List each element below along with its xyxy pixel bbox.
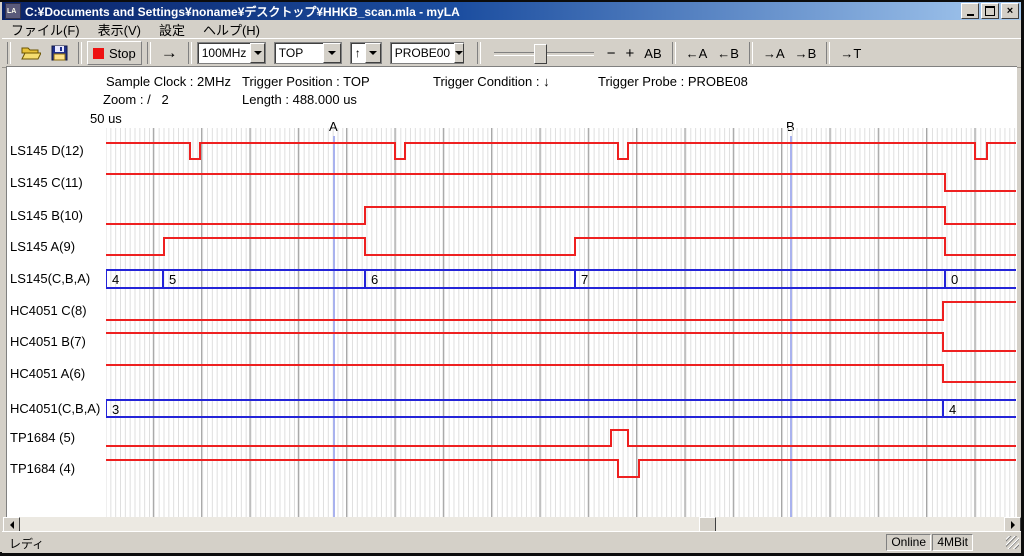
toolbar-separator: [477, 42, 481, 64]
save-file-button[interactable]: [46, 42, 73, 64]
status-bar: レディ Online 4MBit: [2, 531, 1021, 553]
ab-button[interactable]: AB: [639, 42, 666, 64]
status-ready-text: レディ: [9, 535, 44, 552]
chevron-down-icon: [328, 51, 336, 55]
time-scale-label: 50 us: [90, 111, 122, 126]
save-floppy-icon: [51, 45, 68, 61]
menu-help[interactable]: ヘルプ(H): [194, 19, 269, 40]
channel-label: HC4051 B(7): [10, 334, 86, 349]
channel-label: TP1684 (4): [10, 461, 75, 476]
sample-clock-select[interactable]: 100MHz: [197, 42, 266, 64]
toolbar-separator: [826, 42, 830, 64]
dropdown-button[interactable]: [365, 43, 381, 63]
waveform-plot[interactable]: 4 5 6 7 0 3 4: [106, 128, 1016, 517]
trigger-condition-info: Trigger Condition : ↓: [433, 74, 550, 89]
toolbar-separator: [188, 42, 192, 64]
open-folder-icon: [21, 45, 41, 61]
toolbar: Stop → 100MHz TOP ↑ PROBE00 − + AB ←A: [2, 38, 1021, 68]
goto-marker-b-button[interactable]: ←B: [712, 42, 744, 64]
channel-label: LS145 A(9): [10, 239, 75, 254]
scroll-left-icon: [10, 521, 14, 529]
close-icon: ×: [1007, 6, 1013, 16]
application-window: C:¥Documents and Settings¥noname¥デスクトップ¥…: [0, 0, 1024, 556]
trigger-position-info: Trigger Position : TOP: [242, 74, 370, 89]
zoom-in-button[interactable]: +: [621, 42, 640, 64]
menu-file[interactable]: ファイル(F): [2, 19, 89, 40]
stop-icon: [93, 48, 104, 59]
channel-label: LS145 B(10): [10, 208, 83, 223]
bus-value: 6: [371, 272, 378, 287]
channel-label: LS145 C(11): [10, 175, 83, 190]
bus-value: 7: [581, 272, 588, 287]
chevron-down-icon: [455, 51, 463, 55]
run-button[interactable]: →: [156, 42, 183, 64]
bus-value: 4: [112, 272, 119, 287]
goto-trigger-button[interactable]: →T: [835, 42, 866, 64]
length-info: Length : 488.000 us: [242, 92, 357, 107]
window-title: C:¥Documents and Settings¥noname¥デスクトップ¥…: [25, 3, 961, 20]
toolbar-separator: [7, 42, 11, 64]
run-arrow-icon: →: [161, 43, 178, 63]
scroll-right-icon: [1011, 521, 1015, 529]
channel-label: HC4051(C,B,A): [10, 401, 100, 416]
chevron-down-icon: [254, 51, 262, 55]
zoom-info: Zoom : / 2: [103, 92, 169, 107]
toolbar-separator: [672, 42, 676, 64]
stop-button[interactable]: Stop: [87, 41, 142, 65]
title-bar[interactable]: C:¥Documents and Settings¥noname¥デスクトップ¥…: [2, 2, 1021, 20]
maximize-button[interactable]: [981, 3, 999, 19]
bus-value: 5: [169, 272, 176, 287]
bus-value: 3: [112, 402, 119, 417]
dropdown-button[interactable]: [454, 43, 464, 63]
minimize-button[interactable]: [961, 3, 979, 19]
channel-label: HC4051 A(6): [10, 366, 85, 381]
toolbar-separator: [147, 42, 151, 64]
bus-value: 4: [949, 402, 956, 417]
minimize-icon: [967, 14, 974, 16]
chevron-down-icon: [369, 51, 377, 55]
open-file-button[interactable]: [16, 42, 46, 64]
channel-label: LS145 D(12): [10, 143, 84, 158]
stop-label: Stop: [109, 46, 136, 61]
status-online-badge: Online: [886, 534, 931, 551]
channel-label: HC4051 C(8): [10, 303, 87, 318]
trigger-edge-select[interactable]: ↑: [350, 42, 382, 64]
menu-bar: ファイル(F) 表示(V) 設定 ヘルプ(H): [2, 20, 1021, 38]
status-memory-badge: 4MBit: [932, 534, 973, 551]
dropdown-button[interactable]: [250, 43, 264, 63]
trigger-position-select[interactable]: TOP: [274, 42, 342, 64]
trigger-probe-value: PROBE00: [391, 46, 454, 60]
toolbar-separator: [749, 42, 753, 64]
trigger-position-value: TOP: [275, 46, 323, 60]
zoom-out-button[interactable]: −: [602, 42, 621, 64]
app-icon: [5, 3, 21, 19]
close-button[interactable]: ×: [1001, 3, 1019, 19]
trigger-edge-value: ↑: [351, 46, 365, 60]
channel-label: LS145(C,B,A): [10, 271, 90, 286]
sample-clock-value: 100MHz: [198, 46, 251, 60]
maximize-icon: [985, 6, 995, 16]
goto-marker-a-button[interactable]: ←A: [681, 42, 713, 64]
channel-label: TP1684 (5): [10, 430, 75, 445]
menu-view[interactable]: 表示(V): [89, 19, 150, 40]
trigger-probe-select[interactable]: PROBE00: [390, 42, 464, 64]
set-marker-a-button[interactable]: →A: [758, 42, 790, 64]
trigger-probe-info: Trigger Probe : PROBE08: [598, 74, 748, 89]
dropdown-button[interactable]: [323, 43, 341, 63]
bus-value: 0: [951, 272, 958, 287]
sample-clock-info: Sample Clock : 2MHz: [106, 74, 231, 89]
slider-thumb[interactable]: [534, 44, 547, 64]
resize-grip-icon[interactable]: [1006, 536, 1019, 549]
set-marker-b-button[interactable]: →B: [790, 42, 822, 64]
toolbar-separator: [78, 42, 82, 64]
menu-settings[interactable]: 設定: [150, 19, 194, 40]
horizontal-scrollbar[interactable]: [3, 517, 1021, 531]
zoom-slider[interactable]: [494, 42, 594, 64]
